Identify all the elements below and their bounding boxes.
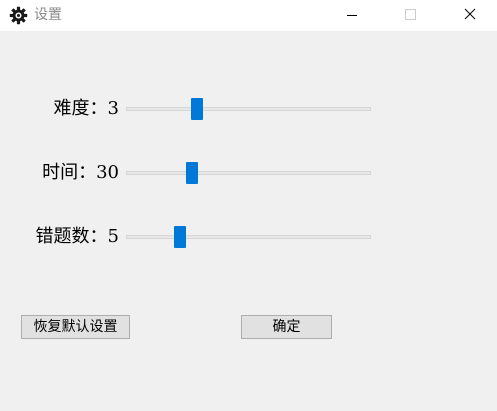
slider-thumb[interactable] — [191, 98, 204, 120]
difficulty-slider[interactable] — [126, 97, 371, 121]
title-bar[interactable]: 设置 — [0, 0, 497, 31]
maximize-button[interactable] — [387, 0, 433, 31]
wrong-count-label: 错题数：5 — [35, 226, 119, 247]
close-icon — [464, 8, 476, 20]
wrong-count-slider[interactable] — [126, 225, 371, 249]
close-button[interactable] — [447, 0, 493, 31]
slider-track — [126, 171, 371, 175]
slider-track — [126, 107, 371, 111]
slider-track — [126, 235, 371, 239]
difficulty-label: 难度：3 — [53, 98, 119, 119]
confirm-button[interactable]: 确定 — [241, 315, 332, 339]
window-title: 设置 — [34, 7, 62, 23]
time-slider[interactable] — [126, 161, 371, 185]
time-label: 时间：30 — [42, 162, 119, 183]
minimize-button[interactable] — [329, 0, 375, 31]
restore-defaults-button[interactable]: 恢复默认设置 — [21, 315, 130, 339]
gear-icon — [9, 6, 28, 25]
maximize-icon — [405, 9, 416, 20]
minimize-icon — [347, 15, 357, 16]
slider-thumb[interactable] — [186, 162, 199, 184]
slider-thumb[interactable] — [173, 226, 186, 248]
